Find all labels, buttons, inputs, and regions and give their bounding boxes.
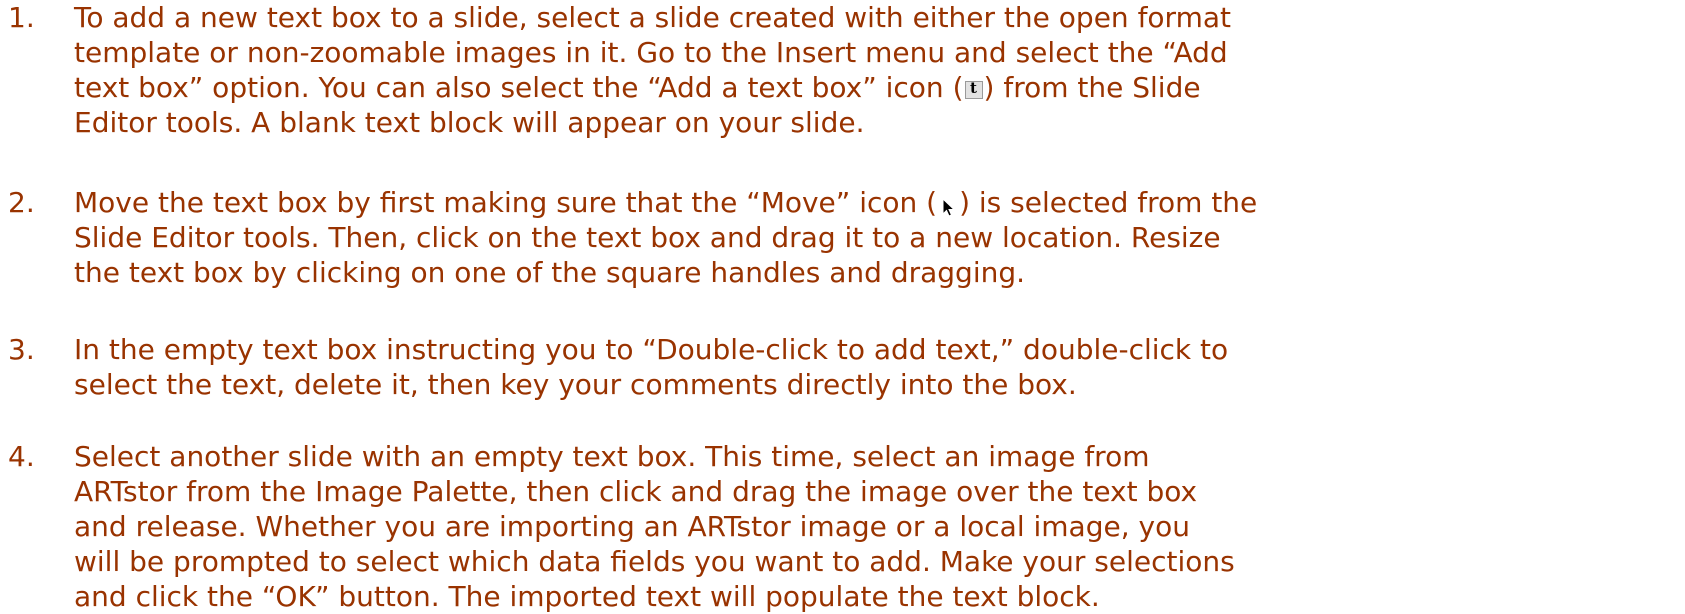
- step-line: Slide Editor tools. Then, click on the t…: [74, 221, 1221, 254]
- step-line-part: ) from the Slide: [983, 71, 1201, 104]
- step-line: Editor tools. A blank text block will ap…: [74, 106, 865, 139]
- step-line: In the empty text box instructing you to…: [74, 333, 1229, 366]
- step-line-part: text box” option. You can also select th…: [74, 71, 964, 104]
- step-line: and click the “OK” button. The imported …: [74, 580, 1100, 613]
- step-line: template or non-zoomable images in it. G…: [74, 36, 1228, 69]
- step-line: select the text, delete it, then key you…: [74, 368, 1077, 401]
- move-cursor-icon: [942, 197, 956, 217]
- step-1: 1. To add a new text box to a slide, sel…: [0, 0, 1271, 140]
- add-text-box-icon-letter: t: [970, 79, 977, 97]
- step-number: 2.: [8, 186, 35, 219]
- step-line: To add a new text box to a slide, select…: [74, 1, 1231, 34]
- step-line: will be prompted to select which data fi…: [74, 545, 1235, 578]
- add-text-box-icon: t: [964, 79, 983, 99]
- step-number: 3.: [8, 333, 35, 366]
- step-4: 4. Select another slide with an empty te…: [0, 439, 1275, 614]
- step-line: Select another slide with an empty text …: [74, 440, 1150, 473]
- step-line: and release. Whether you are importing a…: [74, 510, 1190, 543]
- step-line-part: ) is selected from the: [959, 186, 1258, 219]
- step-number: 1.: [8, 1, 35, 34]
- step-line-part: Move the text box by first making sure t…: [74, 186, 938, 219]
- step-number: 4.: [8, 440, 35, 473]
- step-line-with-icon: text box” option. You can also select th…: [74, 70, 1231, 105]
- step-line: ARTstor from the Image Palette, then cli…: [74, 475, 1198, 508]
- step-line: the text box by clicking on one of the s…: [74, 256, 1026, 289]
- step-line-with-icon: Move the text box by first making sure t…: [74, 185, 1257, 220]
- step-3: 3. In the empty text box instructing you…: [0, 332, 1268, 402]
- step-2: 2. Move the text box by first making sur…: [0, 185, 1297, 290]
